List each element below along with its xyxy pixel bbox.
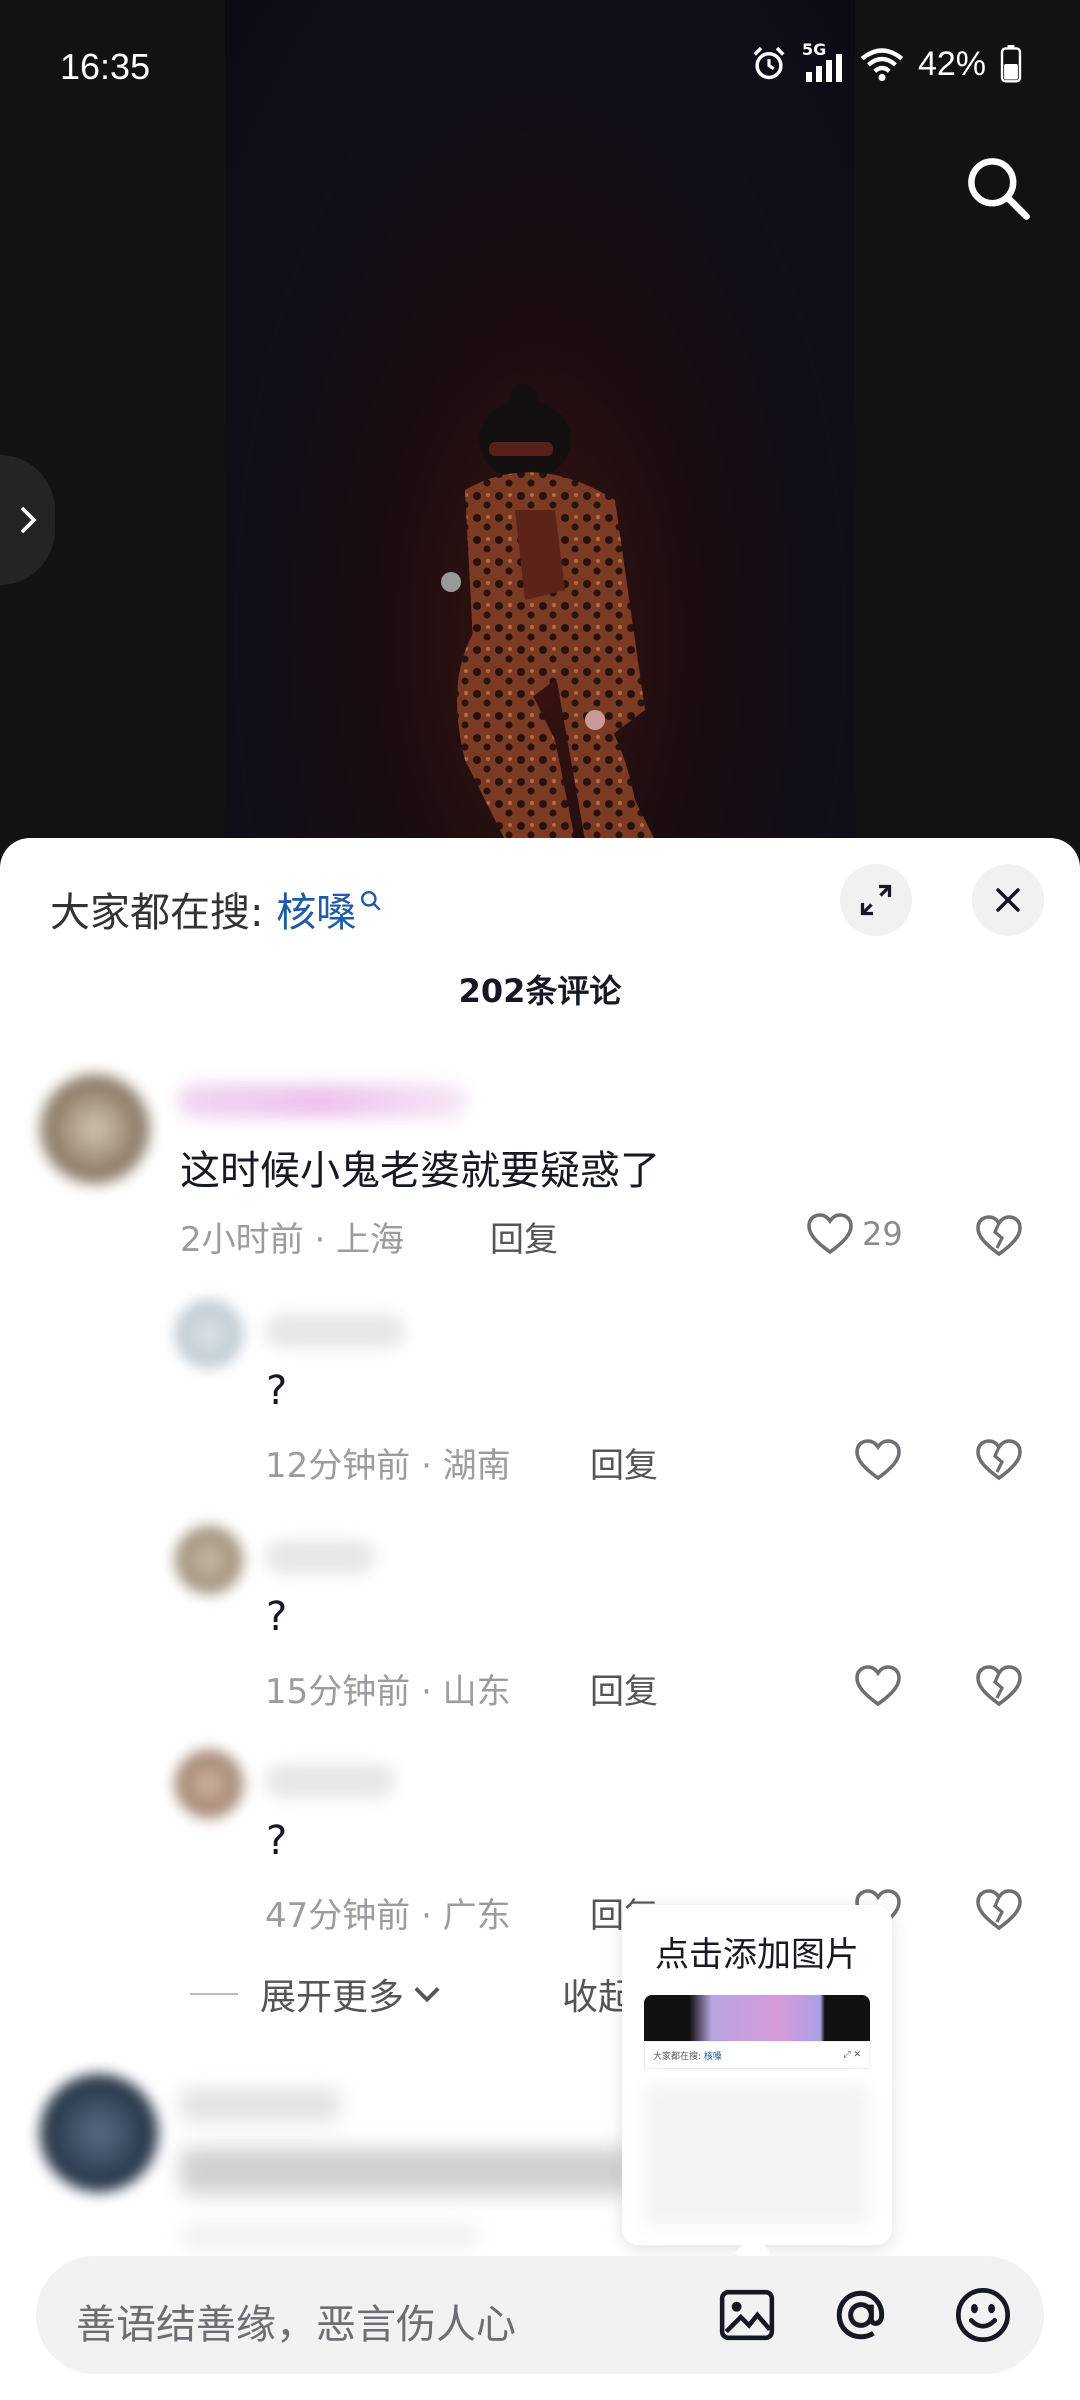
comment-meta: 12分钟前 · 湖南 (265, 1446, 511, 1486)
add-image-tooltip[interactable]: 点击添加图片 大家都在搜: 核嗓 ⤢ ✕ (622, 1905, 892, 2245)
emoji-button[interactable] (950, 2282, 1016, 2348)
chevron-right-icon (20, 506, 37, 534)
comment-input-placeholder[interactable]: 善语结善缘，恶言伤人心 (76, 2292, 516, 2350)
mention-button[interactable] (828, 2282, 894, 2348)
thumbnail-caption-prefix: 大家都在搜: (653, 2051, 704, 2062)
expand-more-button[interactable]: 展开更多 (190, 1968, 442, 2020)
comment-text: ? (266, 1368, 288, 1414)
broken-heart-icon (976, 1889, 1022, 1931)
thumbnail-caption: 大家都在搜: 核嗓 ⤢ ✕ (644, 2041, 870, 2069)
like-button[interactable] (854, 1438, 902, 1482)
alarm-icon (753, 46, 785, 80)
username[interactable] (178, 1084, 468, 1118)
performer-image (441, 384, 655, 840)
at-icon (836, 2290, 885, 2340)
reply-button[interactable]: 回复 (590, 1438, 658, 1487)
avatar[interactable] (40, 2074, 158, 2192)
avatar[interactable] (40, 1074, 150, 1184)
status-icons: 5G 42% (750, 40, 1022, 84)
avatar[interactable] (175, 1526, 243, 1594)
comment-meta: 15分钟前 · 山东 (265, 1672, 511, 1712)
dislike-button[interactable] (975, 1438, 1023, 1486)
close-button[interactable] (972, 864, 1044, 936)
emoji-icon (956, 2288, 1010, 2342)
battery-percent: 42% (917, 44, 986, 83)
username[interactable] (265, 1764, 395, 1798)
username[interactable] (180, 2088, 340, 2122)
trending-search-prefix: 大家都在搜: (50, 890, 277, 936)
comment-meta: 2小时前 · 上海 (180, 1220, 405, 1260)
battery-icon (1000, 45, 1022, 83)
comment-text: 这时候小鬼老婆就要疑惑了 (180, 1148, 660, 1194)
heart-icon (855, 1665, 901, 1707)
image-icon (719, 2289, 775, 2341)
dislike-button[interactable] (975, 1888, 1023, 1936)
thumbnail-caption-text: 大家都在搜: 核嗓 (653, 2049, 722, 2062)
thumbnail-preview (644, 2085, 870, 2225)
screenshot-thumbnail[interactable] (644, 1995, 870, 2041)
search-icon (968, 158, 1030, 220)
reply-button[interactable]: 回复 (490, 1212, 558, 1261)
divider (190, 1993, 238, 1995)
add-image-button[interactable] (714, 2282, 780, 2348)
username[interactable] (265, 1540, 375, 1574)
avatar[interactable] (175, 1750, 243, 1818)
search-button[interactable] (960, 150, 1036, 226)
expand-more-label: 展开更多 (260, 1977, 405, 2018)
thumbnail-caption-keyword: 核嗓 (703, 2051, 722, 2062)
reply-button[interactable]: 回复 (590, 1664, 658, 1713)
trending-search-keyword[interactable]: 核嗓 (276, 880, 356, 938)
like-button[interactable]: 29 (806, 1212, 903, 1256)
side-panel-handle[interactable] (0, 455, 55, 585)
trending-search[interactable]: 大家都在搜: 核嗓 (50, 880, 382, 938)
tooltip-title: 点击添加图片 (655, 1935, 859, 1975)
dislike-button[interactable] (975, 1214, 1023, 1262)
close-icon (996, 888, 1020, 912)
video-area[interactable]: 16:35 5G 42% (0, 0, 1080, 850)
status-time: 16:35 (60, 46, 151, 87)
expand-button[interactable] (840, 864, 912, 936)
status-bar: 16:35 5G 42% (0, 0, 1080, 140)
search-icon (361, 890, 381, 911)
comment-text: ? (266, 1818, 288, 1864)
heart-icon (807, 1213, 853, 1255)
comment-meta (180, 2226, 480, 2246)
thumbnail-icons: ⤢ ✕ (843, 2050, 861, 2060)
chevron-down-icon (414, 1987, 440, 2003)
avatar[interactable] (175, 1300, 243, 1368)
comment-sheet: 大家都在搜: 核嗓 202条评论 这时候小鬼老婆就要疑惑了 2小时前 · 上海 … (0, 838, 1080, 2400)
broken-heart-icon (976, 1439, 1022, 1481)
comment-text (180, 2148, 630, 2194)
broken-heart-icon (976, 1665, 1022, 1707)
username[interactable] (265, 1314, 405, 1348)
comment-input-bar[interactable]: 善语结善缘，恶言伤人心 (36, 2256, 1044, 2374)
comment-meta: 47分钟前 · 广东 (265, 1896, 511, 1936)
like-button[interactable] (854, 1664, 902, 1708)
dislike-button[interactable] (975, 1664, 1023, 1712)
signal-icon: 5G (802, 40, 846, 84)
like-count: 29 (862, 1215, 903, 1253)
comment-count-title: 202条评论 (458, 972, 622, 1010)
comment-text: ? (266, 1594, 288, 1640)
wifi-icon (860, 48, 904, 82)
broken-heart-icon (976, 1215, 1022, 1257)
heart-icon (855, 1439, 901, 1481)
expand-icon (860, 884, 892, 916)
